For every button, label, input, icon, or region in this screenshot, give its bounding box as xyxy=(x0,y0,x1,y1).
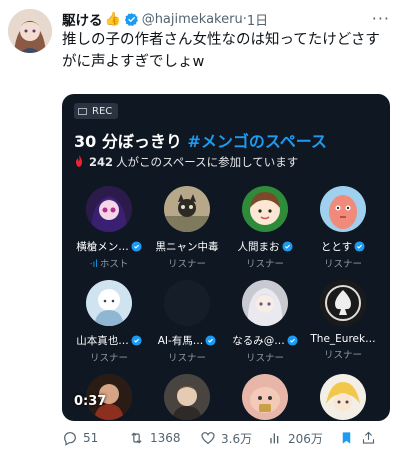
listener-summary: 242 人がこのスペースに参加しています xyxy=(74,154,298,170)
space-title-hashtag[interactable]: #メンゴのスペース xyxy=(187,132,327,151)
verified-badge-icon xyxy=(205,335,216,346)
retweet-button[interactable]: 1368 xyxy=(128,430,200,446)
participant-avatar xyxy=(86,280,132,326)
verified-badge-icon xyxy=(281,241,293,252)
participant-avatar xyxy=(164,280,210,326)
participant-name: AI-有馬… xyxy=(157,335,204,347)
participant-name: 人間まお xyxy=(237,241,280,253)
author-handle[interactable]: @hajimekakeru xyxy=(142,12,243,27)
participant-avatar xyxy=(320,186,366,232)
tweet-text: 推しの子の作者さん女性なのは知ってたけどさすがに声よすぎでしょw xyxy=(62,32,380,70)
participant-name: 横槍メン… xyxy=(76,241,129,253)
participant[interactable]: ととす リスナー xyxy=(304,186,382,270)
participant-avatar xyxy=(320,280,366,326)
reply-icon xyxy=(64,432,76,446)
participant-avatar xyxy=(86,186,132,232)
participant-name: 黒ニャン中毒 xyxy=(155,241,219,253)
verified-badge-icon xyxy=(124,12,138,26)
thumbs-up-emoji: 👍 xyxy=(104,11,121,27)
verified-badge-icon xyxy=(131,335,142,346)
views-icon xyxy=(270,433,279,444)
space-title-prefix: 30 分ぼっきり xyxy=(74,132,182,151)
participant-avatar xyxy=(164,186,210,232)
participant[interactable]: 横槍メン… ⋅ıl ホスト xyxy=(70,186,148,270)
participant-name: The_Eurek… xyxy=(310,333,376,345)
participant[interactable]: 山本真也… リスナー xyxy=(70,280,148,364)
record-icon xyxy=(78,107,87,115)
participant-avatar xyxy=(242,186,288,232)
participant-role: リスナー xyxy=(167,259,206,270)
like-button[interactable]: 3.6万 xyxy=(200,430,267,447)
view-count: 206万 xyxy=(288,431,323,446)
space-title: 30 分ぼっきり #メンゴのスペース xyxy=(74,128,327,152)
more-options-icon[interactable]: ··· xyxy=(372,9,390,28)
playback-timestamp: 0:37 xyxy=(74,394,107,409)
participant[interactable]: なるみ@… リスナー xyxy=(226,280,304,364)
author-name[interactable]: 駆ける xyxy=(62,9,103,29)
share-button[interactable] xyxy=(361,430,381,446)
fire-icon xyxy=(74,154,84,170)
heart-icon xyxy=(201,432,215,445)
bookmark-icon xyxy=(342,432,351,444)
participant[interactable] xyxy=(226,374,304,420)
participant-role: リスナー xyxy=(245,259,284,270)
verified-badge-icon xyxy=(131,241,142,252)
rec-badge: REC xyxy=(74,103,119,119)
retweet-count: 1368 xyxy=(150,431,181,445)
participant-role: リスナー xyxy=(323,259,362,270)
participant-avatar xyxy=(242,374,288,420)
participant-role: リスナー xyxy=(89,353,128,364)
bookmark-button[interactable] xyxy=(339,430,361,446)
listener-count: 242 xyxy=(89,155,114,169)
participant-role: ホスト xyxy=(99,259,129,270)
tweet-actions: 51 1368 3.6万 206万 xyxy=(62,429,392,447)
views-button[interactable]: 206万 xyxy=(267,430,339,447)
rec-label: REC xyxy=(92,105,113,117)
participant-role: リスナー xyxy=(245,353,284,364)
share-icon xyxy=(362,431,375,444)
participant-avatar xyxy=(242,280,288,326)
participant-name: なるみ@… xyxy=(232,335,285,347)
participant[interactable]: The_Eurek… リスナー xyxy=(304,280,382,361)
participant-role: リスナー xyxy=(167,353,206,364)
listener-text: 人がこのスペースに参加しています xyxy=(116,155,299,169)
participant-role: リスナー xyxy=(323,350,362,361)
verified-badge-icon xyxy=(287,335,298,346)
tweet-time[interactable]: 1日 xyxy=(247,10,268,29)
participant-avatar xyxy=(164,374,210,420)
retweet-icon xyxy=(131,432,142,444)
space-card[interactable]: REC 30 分ぼっきり #メンゴのスペース 242 人がこのスペースに参加して… xyxy=(62,94,390,421)
participant[interactable]: 人間まお リスナー xyxy=(226,186,304,270)
like-count: 3.6万 xyxy=(221,431,253,446)
reply-button[interactable]: 51 xyxy=(62,430,128,446)
tweet-header: 駆ける 👍 @hajimekakeru · 1日 ··· xyxy=(62,9,392,29)
participant-name: 山本真也… xyxy=(76,335,129,347)
author-avatar[interactable] xyxy=(8,9,52,53)
participant[interactable]: AI-有馬… リスナー xyxy=(148,280,226,364)
participant[interactable]: 黒ニャン中毒 リスナー xyxy=(148,186,226,270)
mic-icon: ⋅ıl xyxy=(89,259,98,270)
participant-name: ととす xyxy=(320,241,353,253)
participant[interactable] xyxy=(304,374,382,420)
verified-badge-icon xyxy=(354,241,365,252)
participant-avatar xyxy=(320,374,366,420)
participant[interactable] xyxy=(148,374,226,420)
reply-count: 51 xyxy=(83,431,99,445)
